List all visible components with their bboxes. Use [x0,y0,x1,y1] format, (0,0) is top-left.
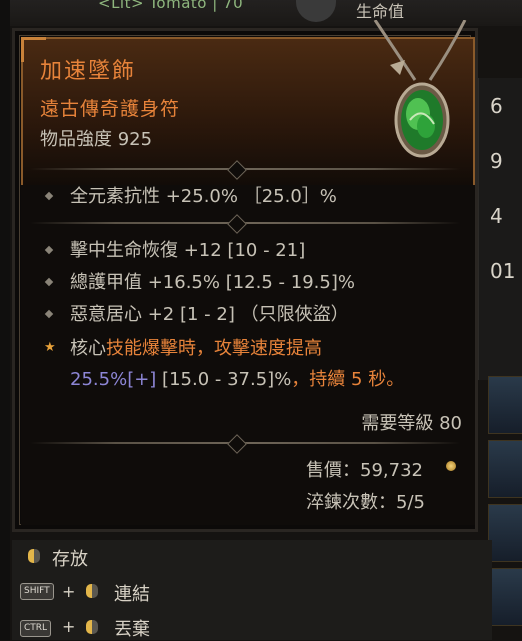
shift-key-icon: SHIFT [20,583,54,600]
affix-stat: 擊中生命恢復 +12 [10 - 21] [70,240,306,261]
section-divider [30,434,460,454]
aspect-value: 25.5% [70,369,128,390]
side-stat-value: 9 [490,149,503,173]
item-type: 遠古傳奇護身符 [40,98,181,120]
item-name: 加速墜飾 [40,59,137,84]
stash-action[interactable]: 存放 [52,545,88,571]
gold-coin-icon [446,461,456,471]
background-edge [0,0,10,640]
legendary-star-icon: ★ [44,340,56,355]
item-power: 物品強度 925 [40,129,153,150]
temper-count: 淬鍊次數：5/5 [306,492,425,513]
inventory-slot[interactable] [488,376,522,434]
plus-sign: + [62,617,76,636]
character-name-label: <Lit> Tomato | 70 [98,0,244,12]
inventory-slot[interactable] [488,568,522,626]
section-divider [30,214,460,234]
affix-stat: 總護甲值 +16.5% [12.5 - 19.5]% [70,272,355,293]
discard-action[interactable]: 丟棄 [114,615,150,641]
aspect-range: [15.0 - 37.5]% [156,369,292,390]
implicit-stat: 全元素抗性 +25.0% ［25.0］% [70,186,337,207]
ctrl-key-icon: CTRL [20,620,52,637]
section-divider [30,160,460,180]
stats-side-panel [478,78,522,380]
aspect-plus: [+] [127,369,157,390]
mouse-click-icon [86,620,98,634]
sell-price: 售價：59,732 [306,460,423,481]
side-stat-value: 4 [490,204,503,228]
required-level: 需要等級 80 [361,413,462,434]
mouse-click-icon [86,584,98,598]
stat-label: 生命值 [356,2,405,21]
aspect-text: 技能爆擊時，攻擊速度提高 [106,338,322,359]
aspect-line-1: 核心技能爆擊時，攻擊速度提高 [70,334,322,360]
plus-sign: + [62,582,76,601]
inventory-slot[interactable] [488,440,522,498]
mouse-click-icon [28,549,40,563]
aspect-duration: ，持續 5 秒。 [291,369,405,390]
side-stat-value: 01 [490,259,516,283]
avatar [296,0,336,22]
aspect-line-2: 25.5%[+] [15.0 - 37.5]%，持續 5 秒。 [70,365,404,391]
inventory-slot[interactable] [488,504,522,562]
aspect-prefix: 核心 [70,338,106,359]
link-action[interactable]: 連結 [114,580,150,606]
affix-stat: 惡意居心 +2 [1 - 2] （只限俠盜） [70,304,349,325]
side-stat-value: 6 [490,94,503,118]
amulet-icon [373,20,467,158]
